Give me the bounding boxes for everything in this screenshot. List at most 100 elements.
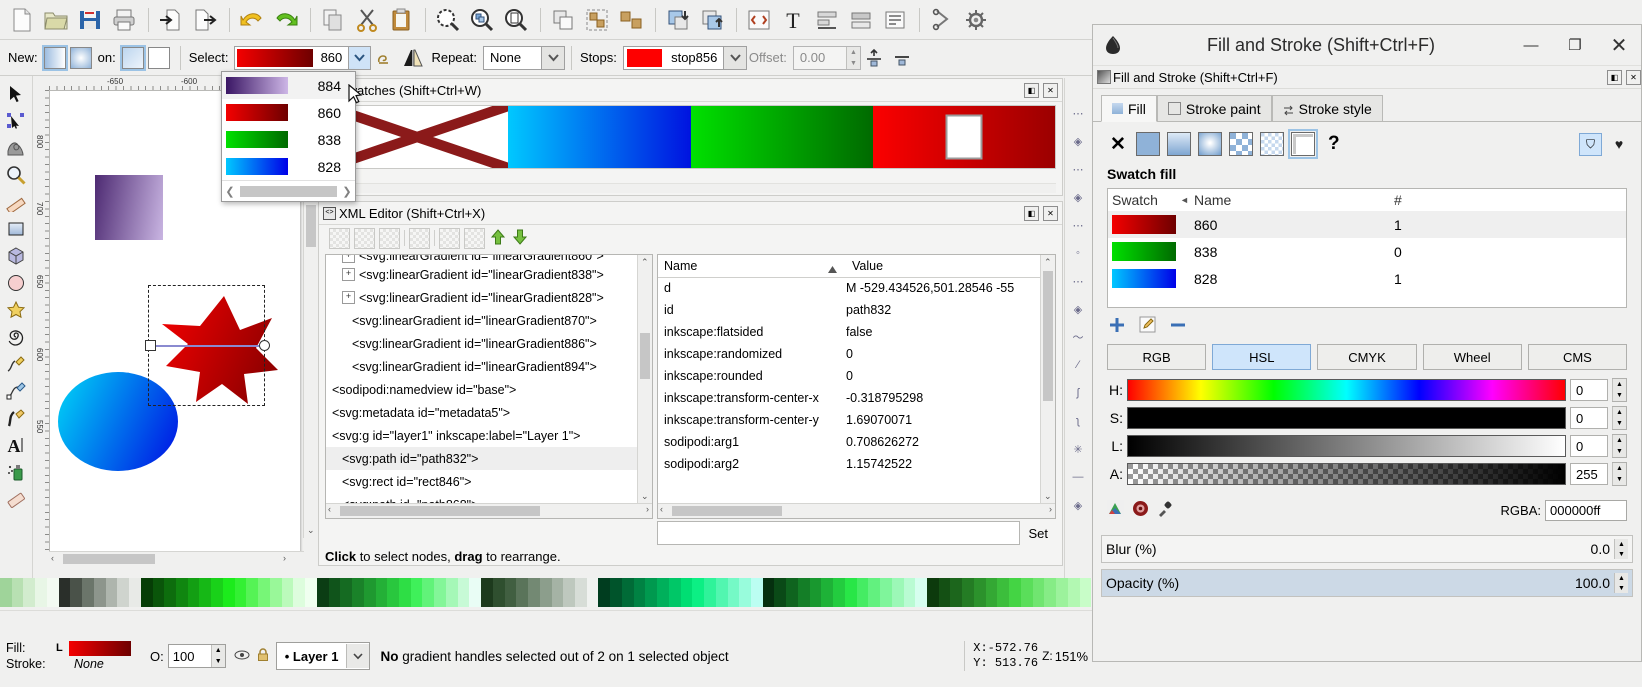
panel-close-button[interactable]: ✕ bbox=[1043, 82, 1058, 98]
dropdown-scrollbar[interactable]: ❮ ❯ bbox=[222, 180, 355, 201]
unindent-node-button[interactable] bbox=[439, 227, 460, 249]
minimize-button[interactable]: — bbox=[1509, 26, 1553, 64]
chevron-right-icon[interactable]: › bbox=[1049, 504, 1052, 514]
color-target-icon[interactable] bbox=[1132, 500, 1149, 520]
paste-button[interactable] bbox=[385, 4, 417, 36]
alpha-value[interactable]: 255 bbox=[1570, 463, 1608, 485]
stroke-value[interactable]: None bbox=[56, 656, 104, 672]
xml-tree-node[interactable]: <svg:path id="path832"> bbox=[326, 447, 638, 470]
color-mode-cmyk[interactable]: CMYK bbox=[1317, 344, 1417, 370]
dock-handle-icon[interactable]: ⋯ bbox=[1071, 274, 1085, 288]
alpha-slider[interactable] bbox=[1127, 463, 1566, 485]
cut-button[interactable] bbox=[351, 4, 383, 36]
color-mode-rgb[interactable]: RGB bbox=[1107, 344, 1207, 370]
hue-value[interactable]: 0 bbox=[1570, 379, 1608, 401]
swatch-table[interactable]: Swatch ◄ Name # 860 1 838 0 828 1 bbox=[1107, 188, 1627, 308]
spinner-arrows[interactable]: ▲ ▼ bbox=[1612, 406, 1627, 430]
dock-circle-icon[interactable]: ◦ bbox=[1071, 246, 1085, 260]
move-node-up-button[interactable] bbox=[489, 228, 507, 249]
tab-fill[interactable]: Fill bbox=[1101, 95, 1157, 122]
chevron-left-icon[interactable]: ‹ bbox=[51, 553, 54, 563]
export-button[interactable] bbox=[189, 4, 221, 36]
attr-row[interactable]: sodipodi:arg1 0.708626272 bbox=[658, 431, 1041, 453]
text-font-button[interactable] bbox=[879, 4, 911, 36]
dock-handle-icon[interactable]: ⋯ bbox=[1071, 106, 1085, 120]
set-attribute-button[interactable]: Set bbox=[1020, 521, 1056, 545]
expand-node-icon[interactable]: + bbox=[342, 268, 355, 281]
scrollbar-thumb[interactable] bbox=[672, 506, 782, 516]
lightness-slider[interactable] bbox=[1127, 435, 1566, 457]
opacity-row[interactable]: Opacity (%) 100.0 ▲ ▼ bbox=[1101, 569, 1633, 597]
3dbox-tool[interactable] bbox=[2, 242, 30, 269]
fill-swatch[interactable] bbox=[68, 640, 131, 656]
print-document-button[interactable] bbox=[108, 4, 140, 36]
dock-curve-icon[interactable]: ʃ bbox=[1071, 386, 1085, 400]
vertical-ruler[interactable]: 800 700 650 600 550 bbox=[33, 90, 50, 552]
edit-swatch-button[interactable] bbox=[1139, 316, 1156, 336]
swatch-row-838[interactable]: 838 0 bbox=[1108, 238, 1626, 265]
chevron-left-icon[interactable]: ❮ bbox=[222, 185, 238, 198]
gradient-option-884[interactable]: 884 bbox=[222, 72, 355, 99]
color-mode-hsl[interactable]: HSL bbox=[1212, 344, 1312, 370]
xml-tree-node[interactable]: <sodipodi:namedview id="base"> bbox=[326, 378, 638, 401]
close-button[interactable]: ✕ bbox=[1597, 26, 1641, 64]
bezier-tool[interactable] bbox=[2, 377, 30, 404]
chevron-down-icon[interactable] bbox=[346, 644, 370, 668]
swatches-scrollbar[interactable] bbox=[325, 183, 1056, 193]
chevron-down-icon[interactable] bbox=[541, 46, 564, 69]
indent-node-button[interactable] bbox=[464, 227, 485, 249]
dock-diamond-icon[interactable]: ◈ bbox=[1071, 190, 1085, 204]
text-tool[interactable]: A bbox=[2, 431, 30, 458]
color-mode-wheel[interactable]: Wheel bbox=[1422, 344, 1522, 370]
chevron-right-icon[interactable]: ❯ bbox=[339, 185, 355, 198]
tweak-tool[interactable] bbox=[2, 134, 30, 161]
opacity-value[interactable]: 100.0 bbox=[1575, 575, 1610, 591]
gradient-option-860[interactable]: 860 bbox=[222, 99, 355, 126]
scrollbar-thumb[interactable] bbox=[640, 333, 650, 379]
attr-vertical-scrollbar[interactable]: ⌃ ⌄ bbox=[1040, 255, 1055, 518]
no-paint-button[interactable]: ✕ bbox=[1107, 133, 1129, 156]
chevron-down-icon[interactable]: ⌄ bbox=[1044, 491, 1052, 502]
redo-button[interactable] bbox=[270, 4, 302, 36]
clone-button[interactable] bbox=[926, 4, 958, 36]
hue-slider[interactable] bbox=[1127, 379, 1566, 401]
ungroup-button[interactable] bbox=[615, 4, 647, 36]
gradient-option-838[interactable]: 838 bbox=[222, 126, 355, 153]
node-tool[interactable] bbox=[2, 107, 30, 134]
undo-button[interactable] bbox=[236, 4, 268, 36]
xml-tree-node[interactable]: + <svg:linearGradient id="linearGradient8… bbox=[326, 286, 638, 309]
text-tool-button[interactable]: T bbox=[777, 4, 809, 36]
swatch-button[interactable] bbox=[1260, 132, 1284, 156]
attr-header-name[interactable]: Name bbox=[658, 259, 846, 273]
calligraphy-tool[interactable] bbox=[2, 404, 30, 431]
col-header-count[interactable]: # bbox=[1394, 192, 1626, 208]
spinner-arrows[interactable]: ▲ ▼ bbox=[1614, 539, 1628, 559]
purple-gradient-rectangle[interactable] bbox=[95, 175, 163, 240]
spiral-tool[interactable] bbox=[2, 323, 30, 350]
chevron-left-icon[interactable]: ‹ bbox=[328, 504, 331, 514]
preferences-gear-button[interactable] bbox=[960, 4, 992, 36]
group-button[interactable] bbox=[581, 4, 613, 36]
fill-target-button[interactable] bbox=[119, 44, 146, 71]
chevron-right-icon[interactable]: › bbox=[646, 504, 649, 514]
dock-slash-icon[interactable]: ⁄ bbox=[1071, 358, 1085, 372]
xml-attribute-table[interactable]: Name Value d M -529.434526,501.28546 -55 i… bbox=[657, 254, 1056, 519]
gradient-dropdown-popup[interactable]: 884 860 838 828 ❮ ❯ bbox=[221, 71, 356, 202]
attr-row[interactable]: inkscape:transform-center-y 1.69070071 bbox=[658, 409, 1041, 431]
gradient-picker-icon[interactable] bbox=[1107, 500, 1124, 520]
fill-stroke-indicator[interactable]: Fill: L Stroke: None bbox=[0, 640, 146, 672]
attr-header-value[interactable]: Value bbox=[846, 259, 1055, 273]
dock-curve-icon[interactable]: ʅ bbox=[1071, 414, 1085, 428]
chevron-up-icon[interactable]: ⌃ bbox=[1044, 257, 1052, 268]
col-header-swatch[interactable]: Swatch bbox=[1108, 192, 1180, 208]
radial-gradient-button[interactable] bbox=[69, 46, 92, 69]
attr-horizontal-scrollbar[interactable]: ‹ › bbox=[658, 503, 1055, 518]
gradient-select-combo[interactable]: 860 bbox=[234, 45, 372, 70]
spinner-arrows[interactable]: ▲ ▼ bbox=[1614, 573, 1628, 593]
gradient-handle-square[interactable] bbox=[145, 340, 156, 351]
ellipse-tool[interactable] bbox=[2, 269, 30, 296]
tree-horizontal-scrollbar[interactable]: ‹ › bbox=[326, 503, 652, 518]
spinner-arrows[interactable]: ▲ ▼ bbox=[845, 46, 860, 69]
panel-close-button[interactable]: ✕ bbox=[1626, 69, 1641, 85]
swatch-828[interactable] bbox=[508, 106, 691, 168]
